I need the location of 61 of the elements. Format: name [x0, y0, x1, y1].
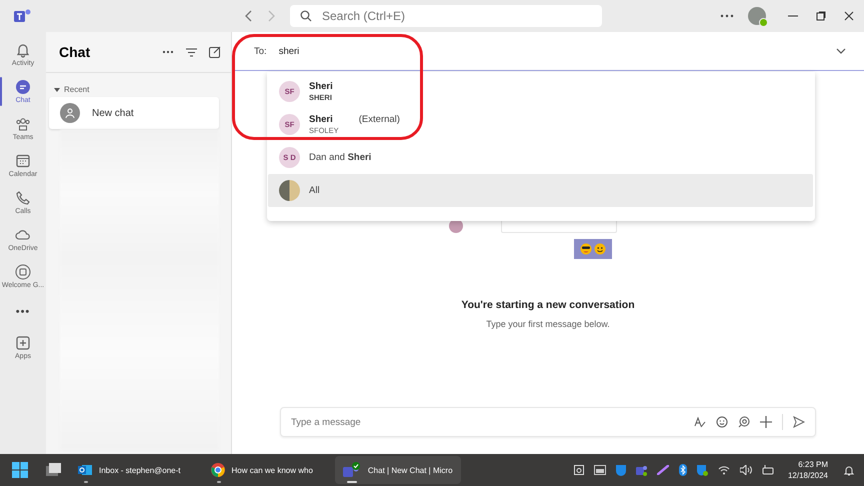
- to-label: To:: [254, 46, 267, 56]
- browser-icon: [210, 463, 225, 477]
- chat-title: Chat: [59, 44, 90, 60]
- phone-icon: [15, 190, 31, 206]
- app-icon: [15, 264, 31, 280]
- more-apps-button[interactable]: •••: [0, 297, 46, 327]
- bell-icon: [15, 42, 31, 58]
- restore-icon: [816, 11, 826, 21]
- section-label[interactable]: Recent: [64, 85, 90, 94]
- empty-state-title: You're starting a new conversation: [461, 299, 635, 311]
- teams-tray-icon: [636, 464, 647, 476]
- search-icon: [300, 10, 312, 22]
- taskbar-app[interactable]: Inbox - stephen@one-t: [70, 456, 189, 484]
- compose-icon: [209, 46, 221, 58]
- battery-icon: [762, 465, 774, 475]
- window-icon: [594, 465, 606, 475]
- chat-list-item[interactable]: New chat: [49, 97, 219, 129]
- volume-icon: [740, 465, 752, 475]
- more-icon: [162, 50, 174, 54]
- teams-app-icon: [342, 462, 361, 478]
- empty-state-text: Type your first message below.: [486, 319, 610, 329]
- caret-icon: [54, 88, 60, 92]
- format-icon: [694, 416, 706, 428]
- chat-icon: [15, 79, 31, 95]
- clock[interactable]: 6:23 PM 12/18/2024: [788, 460, 828, 480]
- bluetooth-icon: [678, 464, 687, 476]
- search-input[interactable]: Search (Ctrl+E): [320, 8, 584, 24]
- search-field[interactable]: Search (Ctrl+E): [290, 5, 602, 27]
- contact-name: Sheri (External): [309, 114, 400, 125]
- avatar-icon[interactable]: [748, 7, 766, 25]
- bell-icon: [844, 464, 854, 476]
- calendar-icon: [15, 153, 31, 169]
- cool-face-icon: [580, 243, 592, 255]
- teams-logo-icon: [14, 8, 32, 24]
- contact-name: Sheri: [309, 81, 333, 92]
- pen-icon: [656, 465, 669, 475]
- filter-icon: [186, 48, 197, 56]
- group-name: Dan and Sheri: [309, 152, 372, 163]
- suggestion-item[interactable]: All: [268, 174, 813, 207]
- shield-icon: [616, 464, 626, 476]
- forward-icon: [266, 10, 276, 22]
- taskbar-app[interactable]: How can we know who: [202, 456, 321, 484]
- message-compose-field[interactable]: Type a message: [280, 407, 816, 437]
- send-icon: [793, 416, 805, 428]
- group-name: All: [309, 185, 320, 196]
- close-icon: [844, 11, 854, 21]
- security-icon: [696, 464, 708, 476]
- emoji-icon: [716, 416, 728, 428]
- start-icon: [12, 462, 28, 478]
- mail-app-icon: [78, 464, 92, 476]
- plus-icon: [760, 416, 772, 428]
- back-icon: [244, 10, 254, 22]
- add-apps-icon: [15, 335, 31, 351]
- smile-face-icon: [594, 243, 606, 255]
- group-photo-placeholder: [279, 180, 300, 201]
- chevron-down-icon: [836, 48, 846, 54]
- wifi-icon: [718, 465, 730, 475]
- task-view-icon: [46, 463, 62, 477]
- keyboard-icon: [574, 465, 584, 475]
- taskbar-app[interactable]: Chat | New Chat | Micro: [334, 456, 461, 484]
- more-icon: [720, 14, 734, 18]
